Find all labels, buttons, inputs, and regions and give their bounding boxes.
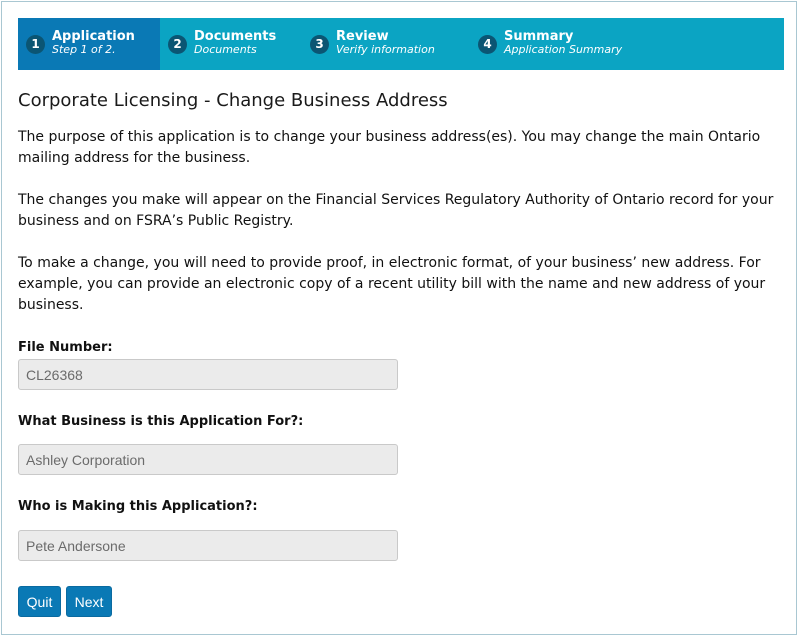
- intro-paragraph-proof: To make a change, you will need to provi…: [18, 255, 766, 313]
- step-subtitle: Step 1 of 2.: [52, 43, 116, 56]
- intro-paragraph-purpose: The purpose of this application is to ch…: [18, 129, 761, 166]
- wizard-step-summary[interactable]: 4 Summary Application Summary: [470, 18, 670, 70]
- page-title: Corporate Licensing - Change Business Ad…: [18, 90, 448, 111]
- wizard-step-documents[interactable]: 2 Documents Documents: [160, 18, 302, 70]
- step-number: 3: [310, 34, 329, 54]
- next-button[interactable]: Next: [66, 586, 112, 617]
- step-title: Review: [336, 29, 389, 44]
- step-title: Application: [52, 29, 135, 44]
- business-label: What Business is this Application For?:: [18, 414, 304, 429]
- step-subtitle: Documents: [194, 43, 257, 56]
- step-number: 1: [26, 34, 45, 54]
- wizard-step-review[interactable]: 3 Review Verify information: [302, 18, 470, 70]
- applicant-label: Who is Making this Application?:: [18, 499, 258, 514]
- file-number-input[interactable]: [18, 359, 398, 390]
- wizard-step-application[interactable]: 1 Application Step 1 of 2.: [18, 18, 160, 70]
- step-number: 4: [478, 34, 497, 54]
- applicant-input[interactable]: [18, 530, 398, 561]
- intro-paragraph-changes: The changes you make will appear on the …: [18, 192, 774, 229]
- step-title: Summary: [504, 29, 574, 44]
- business-input[interactable]: [18, 444, 398, 475]
- intro-text: The purpose of this application is to ch…: [18, 127, 783, 337]
- step-number: 2: [168, 34, 187, 54]
- quit-button[interactable]: Quit: [18, 586, 61, 617]
- step-subtitle: Application Summary: [504, 43, 623, 56]
- step-title: Documents: [194, 29, 277, 44]
- step-subtitle: Verify information: [336, 43, 435, 56]
- file-number-label: File Number:: [18, 340, 113, 355]
- wizard-steps: 1 Application Step 1 of 2. 2 Documents D…: [18, 18, 784, 70]
